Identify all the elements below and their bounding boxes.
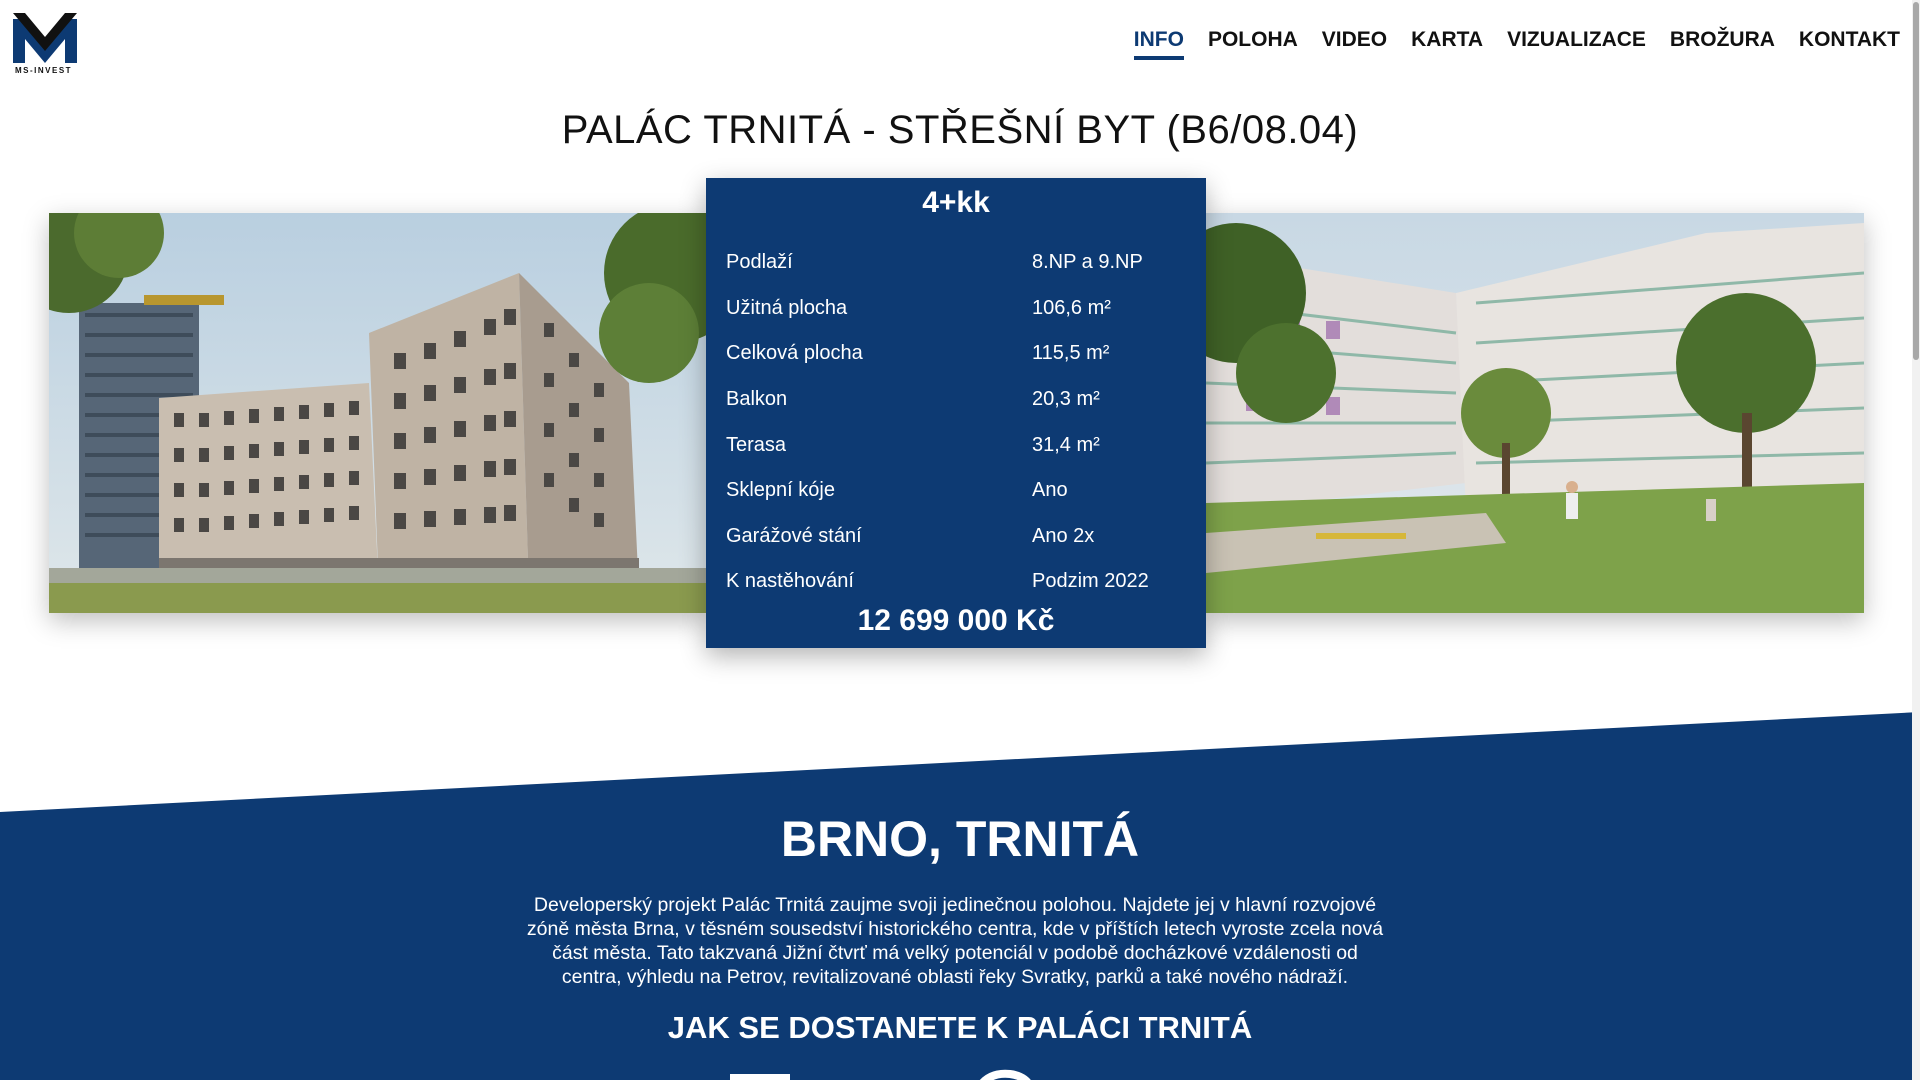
nav-item-karta[interactable]: KARTA — [1411, 28, 1483, 58]
nav-item-kontakt[interactable]: KONTAKT — [1799, 28, 1900, 58]
location-description: Developerský projekt Palác Trnitá zaujme… — [526, 894, 1384, 988]
spec-row-cellar: Sklepní kóje Ano — [706, 468, 1206, 514]
spec-label: Celková plocha — [726, 342, 863, 365]
spec-value: Podzim 2022 — [1032, 570, 1149, 593]
building-render-illustration — [49, 213, 709, 613]
unit-specs-list: Podlaží 8.NP a 9.NP Užitná plocha 106,6 … — [706, 240, 1206, 605]
courtyard-image[interactable] — [1206, 213, 1864, 613]
spec-label: K nastěhování — [726, 570, 854, 593]
spec-row-move-in: K nastěhování Podzim 2022 — [706, 559, 1206, 605]
page-scrollbar[interactable] — [1912, 0, 1920, 1080]
spec-row-terrace: Terasa 31,4 m² — [706, 422, 1206, 468]
transport-icons-partial — [730, 1069, 1034, 1088]
spec-value: 8.NP a 9.NP — [1032, 251, 1143, 274]
nav-item-poloha[interactable]: POLOHA — [1208, 28, 1298, 58]
spec-label: Sklepní kóje — [726, 479, 835, 502]
spec-label: Balkon — [726, 388, 788, 411]
nav-item-video[interactable]: VIDEO — [1322, 28, 1387, 58]
spec-label: Podlaží — [726, 251, 793, 274]
directions-title: JAK SE DOSTANETE K PALÁCI TRNITÁ — [667, 1010, 1253, 1045]
spec-value: 20,3 m² — [1032, 388, 1100, 411]
spec-value: Ano — [1032, 479, 1068, 502]
spec-row-balcony: Balkon 20,3 m² — [706, 377, 1206, 423]
unit-type: 4+kk — [922, 186, 990, 219]
unit-price: 12 699 000 Kč — [857, 604, 1055, 637]
logo-mark-icon — [13, 13, 77, 63]
spec-value: 115,5 m² — [1032, 342, 1110, 365]
scrollbar-thumb[interactable] — [1913, 2, 1919, 360]
location-title: BRNO, TRNITÁ — [780, 811, 1140, 867]
nav-item-info[interactable]: INFO — [1133, 28, 1185, 60]
spec-row-parking: Garážové stání Ano 2x — [706, 514, 1206, 560]
spec-row-floor: Podlaží 8.NP a 9.NP — [706, 240, 1206, 286]
page-title: PALÁC TRNITÁ - STŘEŠNÍ BYT (B6/08.04) — [561, 108, 1359, 152]
main-nav: INFO POLOHA VIDEO KARTA VIZUALIZACE BROŽ… — [1110, 28, 1900, 60]
spec-value: 106,6 m² — [1032, 296, 1111, 319]
building-exterior-image[interactable] — [49, 213, 709, 613]
courtyard-render-illustration — [1206, 213, 1864, 613]
unit-info-card: 4+kk Podlaží 8.NP a 9.NP Užitná plocha 1… — [706, 178, 1206, 648]
spec-row-usable-area: Užitná plocha 106,6 m² — [706, 286, 1206, 332]
nav-item-vizualizace[interactable]: VIZUALIZACE — [1507, 28, 1646, 58]
logo-text: MS-INVEST — [15, 66, 73, 75]
spec-label: Garážové stání — [726, 524, 862, 547]
spec-value: Ano 2x — [1032, 524, 1095, 547]
spec-value: 31,4 m² — [1032, 433, 1100, 456]
spec-row-total-area: Celková plocha 115,5 m² — [706, 331, 1206, 377]
nav-item-brozura[interactable]: BROŽURA — [1670, 28, 1775, 58]
spec-label: Terasa — [726, 433, 787, 456]
spec-label: Užitná plocha — [726, 296, 848, 319]
brand-logo[interactable]: MS-INVEST — [13, 13, 77, 77]
